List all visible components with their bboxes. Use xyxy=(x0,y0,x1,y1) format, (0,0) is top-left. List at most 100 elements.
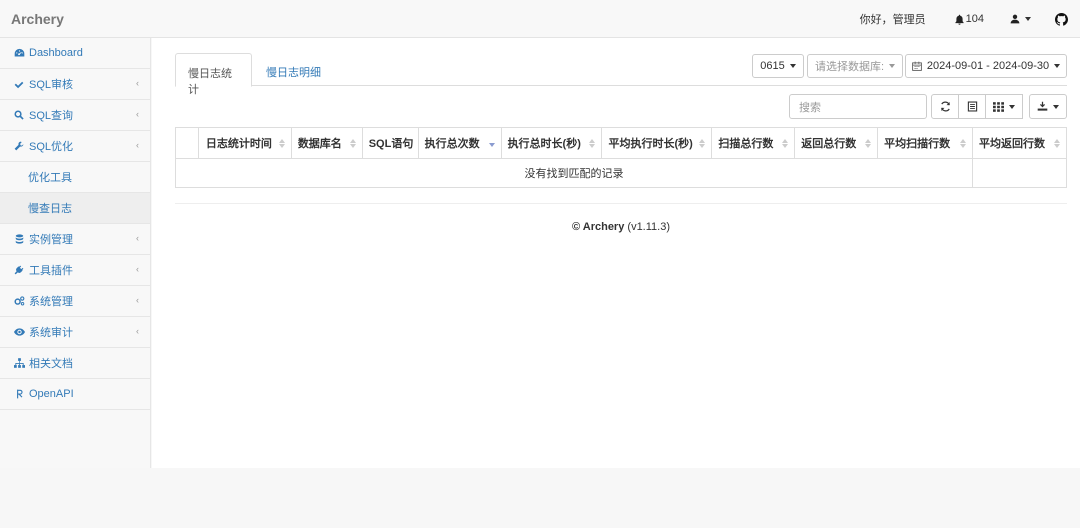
calendar-icon xyxy=(912,61,922,71)
notifications-button[interactable]: 104 xyxy=(954,13,984,25)
sidebar-item-label: SQL审核 xyxy=(29,79,74,91)
sidebar-item-label: 系统审计 xyxy=(29,327,73,339)
tab-slow-log-stats[interactable]: 慢日志统计 xyxy=(175,53,252,96)
sort-icon xyxy=(349,139,356,149)
column-header-blank xyxy=(175,127,199,159)
cogs-icon xyxy=(13,296,25,306)
sidebar-item-optimize-tools[interactable]: 优化工具 xyxy=(0,162,150,193)
sitemap-icon xyxy=(13,358,25,368)
refresh-icon xyxy=(940,101,951,112)
github-link[interactable] xyxy=(1055,12,1068,26)
footer-divider xyxy=(175,203,1067,204)
sidebar-item-sql-review[interactable]: SQL审核 ‹ xyxy=(0,69,150,100)
main-content: 慢日志统计 慢日志明细 0615 请选择数据库: 2024-09-01 - 20… xyxy=(152,38,1080,468)
search-input[interactable]: 搜索 xyxy=(789,94,927,119)
plug-icon xyxy=(13,265,25,275)
sort-icon xyxy=(782,139,789,149)
sidebar-item-slow-log[interactable]: 慢查日志 xyxy=(0,193,150,224)
sidebar-item-system-audit[interactable]: 系统审计 ‹ xyxy=(0,317,150,348)
sort-icon xyxy=(1054,139,1060,149)
sidebar-item-sql-optimize[interactable]: SQL优化 ‹ xyxy=(0,131,150,162)
top-navbar: Archery 你好，管理员 104 xyxy=(0,0,1080,38)
empty-message: 没有找到匹配的记录 xyxy=(174,158,974,188)
export-button[interactable] xyxy=(1029,94,1067,119)
table-row-empty: 没有找到匹配的记录 xyxy=(174,158,1067,188)
column-header-exec-time[interactable]: 执行总时长(秒) xyxy=(500,127,603,159)
column-header-sql[interactable]: SQL语句 xyxy=(361,127,419,159)
table-header-row: 日志统计时间 数据库名 SQL语句 执行总次数 执行总时长(秒) 平均执行时长(… xyxy=(175,127,1067,159)
sidebar: Dashboard SQL审核 ‹ SQL查询 ‹ SQL优化 ‹ 优化工具 慢… xyxy=(0,38,151,468)
user-icon xyxy=(1010,14,1020,24)
columns-icon xyxy=(993,101,1004,112)
navbar-right: 你好，管理员 104 xyxy=(860,0,1080,38)
table-cell xyxy=(972,158,1067,188)
sidebar-item-openapi[interactable]: OpenAPI xyxy=(0,379,150,410)
search-placeholder: 搜索 xyxy=(799,101,821,114)
column-header-label: 扫描总行数 xyxy=(718,138,774,150)
column-header-avg-rows-sent[interactable]: 平均返回行数 xyxy=(972,127,1067,159)
sidebar-item-label: 慢查日志 xyxy=(28,203,72,215)
column-header-rows-sent[interactable]: 返回总行数 xyxy=(794,127,879,159)
column-header-stat-time[interactable]: 日志统计时间 xyxy=(197,127,292,159)
footer-copyright: © Archery xyxy=(572,221,625,233)
sidebar-item-label: OpenAPI xyxy=(29,388,74,400)
dashboard-icon xyxy=(13,48,25,58)
slow-log-stats-table: 日志统计时间 数据库名 SQL语句 执行总次数 执行总时长(秒) 平均执行时长(… xyxy=(174,127,1067,188)
column-header-label: 数据库名 xyxy=(297,138,342,150)
sidebar-item-label: 系统管理 xyxy=(29,296,73,308)
export-icon xyxy=(1037,101,1048,112)
sidebar-item-instance-manage[interactable]: 实例管理 ‹ xyxy=(0,224,150,255)
sort-icon xyxy=(699,139,706,149)
sort-icon xyxy=(589,139,596,149)
chevron-down-icon xyxy=(789,64,796,68)
eye-icon xyxy=(13,328,25,336)
database-select[interactable]: 请选择数据库: xyxy=(807,54,903,78)
column-header-label: 返回总行数 xyxy=(801,138,857,150)
bell-icon xyxy=(954,14,965,25)
instance-select-value: 0615 xyxy=(760,60,785,72)
column-header-exec-count[interactable]: 执行总次数 xyxy=(417,127,502,159)
column-header-avg-rows-examined[interactable]: 平均扫描行数 xyxy=(877,127,974,159)
chevron-left-icon: ‹ xyxy=(136,326,139,336)
sidebar-item-label: Dashboard xyxy=(29,47,83,59)
chevron-left-icon: ‹ xyxy=(136,264,139,274)
date-range-picker[interactable]: 2024-09-01 - 2024-09-30 xyxy=(905,54,1067,78)
sidebar-item-label: 优化工具 xyxy=(28,172,72,184)
sidebar-item-sql-query[interactable]: SQL查询 ‹ xyxy=(0,100,150,131)
sidebar-item-docs[interactable]: 相关文档 xyxy=(0,348,150,379)
sidebar-item-label: SQL查询 xyxy=(29,110,74,122)
toggle-view-icon xyxy=(967,101,978,112)
refresh-button[interactable] xyxy=(931,94,959,119)
sort-icon xyxy=(278,139,285,149)
column-header-label: 平均扫描行数 xyxy=(884,138,951,150)
toggle-view-button[interactable] xyxy=(958,94,986,119)
search-icon xyxy=(13,110,25,120)
check-icon xyxy=(13,80,25,89)
sidebar-item-label: 相关文档 xyxy=(29,358,73,370)
chevron-down-icon xyxy=(1054,64,1061,68)
tab-slow-log-detail[interactable]: 慢日志明细 xyxy=(254,53,333,86)
sidebar-item-label: 工具插件 xyxy=(29,265,73,277)
footer-version: (v1.11.3) xyxy=(627,221,670,233)
column-header-rows-examined[interactable]: 扫描总行数 xyxy=(711,127,796,159)
column-header-avg-exec-time[interactable]: 平均执行时长(秒) xyxy=(601,127,713,159)
sidebar-item-dashboard[interactable]: Dashboard xyxy=(0,38,150,69)
column-header-label: 平均执行时长(秒) xyxy=(608,138,693,150)
columns-button[interactable] xyxy=(985,94,1023,119)
chevron-left-icon: ‹ xyxy=(136,140,139,150)
column-header-label: 平均返回行数 xyxy=(979,138,1046,150)
user-menu-button[interactable] xyxy=(1010,14,1031,24)
chevron-down-icon xyxy=(889,64,896,68)
sidebar-item-tool-plugins[interactable]: 工具插件 ‹ xyxy=(0,255,150,286)
app-brand[interactable]: Archery xyxy=(11,11,64,27)
chevron-left-icon: ‹ xyxy=(136,109,139,119)
sidebar-item-system-manage[interactable]: 系统管理 ‹ xyxy=(0,286,150,317)
chevron-left-icon: ‹ xyxy=(136,295,139,305)
footer: © Archery (v1.11.3) xyxy=(152,221,1080,233)
column-header-db-name[interactable]: 数据库名 xyxy=(290,127,363,159)
api-icon xyxy=(13,389,25,399)
instance-select[interactable]: 0615 xyxy=(752,54,804,78)
sort-icon xyxy=(865,139,872,149)
column-header-label: 日志统计时间 xyxy=(205,138,272,150)
column-header-label: SQL语句 xyxy=(368,138,414,150)
